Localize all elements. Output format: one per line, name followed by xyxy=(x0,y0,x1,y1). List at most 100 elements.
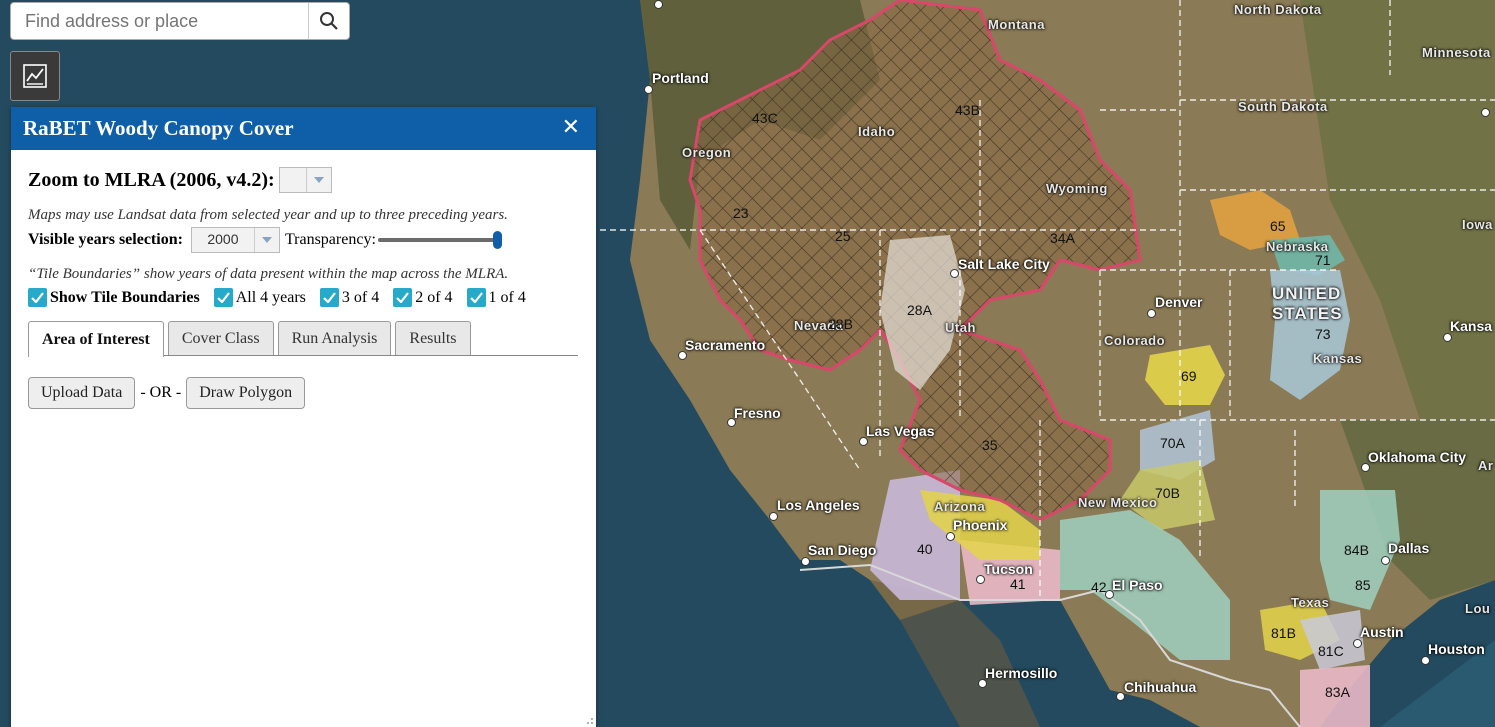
transparency-label: Transparency: xyxy=(284,231,376,248)
tab-area-of-interest[interactable]: Area of Interest xyxy=(28,321,164,357)
resize-handle-icon[interactable] xyxy=(584,715,594,725)
transparency-slider[interactable] xyxy=(377,230,502,250)
tile-boundaries-note: “Tile Boundaries” show years of data pre… xyxy=(28,266,509,282)
city-label-denver: Denver xyxy=(1155,294,1203,310)
rabet-panel: RaBET Woody Canopy Cover ✕ Zoom to MLRA … xyxy=(11,107,596,727)
aoi-actions: Upload Data - OR - Draw Polygon xyxy=(28,377,579,409)
city-label-fresno: Fresno xyxy=(734,405,781,421)
tab-run-analysis[interactable]: Run Analysis xyxy=(277,321,392,355)
checkmark-icon xyxy=(393,288,413,307)
checkmark-icon xyxy=(213,288,233,307)
tab-bar: Area of Interest Cover Class Run Analysi… xyxy=(28,321,578,357)
mlra-label: 85 xyxy=(1355,577,1371,593)
checkbox-show-tile-boundaries[interactable]: Show Tile Boundaries xyxy=(28,288,200,307)
state-label-wyoming: Wyoming xyxy=(1046,181,1108,196)
city-dot xyxy=(1147,309,1156,318)
state-label-colorado: Colorado xyxy=(1104,333,1166,348)
mlra-label: 70A xyxy=(1160,435,1185,451)
close-icon[interactable]: ✕ xyxy=(562,115,580,140)
city-label-houston: Houston xyxy=(1428,641,1485,657)
zoom-label: Zoom to MLRA (2006, v4.2): xyxy=(28,168,275,191)
checkbox-all-4-years[interactable]: All 4 years xyxy=(213,288,306,307)
city-dot xyxy=(946,532,955,541)
city-label-kansas-city: Kansa xyxy=(1450,318,1493,334)
state-label-montana: Montana xyxy=(988,17,1045,32)
mlra-dropdown[interactable] xyxy=(278,167,332,193)
mlra-label: 81B xyxy=(1271,625,1296,641)
slider-thumb[interactable] xyxy=(492,231,502,249)
mlra-label: 41 xyxy=(1010,576,1026,592)
city-dot xyxy=(769,512,778,521)
city-label-el-paso: El Paso xyxy=(1112,577,1163,593)
city-label-salt-lake-city: Salt Lake City xyxy=(958,256,1050,272)
mlra-label: 70B xyxy=(1155,485,1180,501)
mlra-label: 81C xyxy=(1318,643,1344,659)
checkbox-row: Show Tile Boundaries All 4 years 3 of 4 … xyxy=(28,288,579,307)
mlra-label: 83A xyxy=(1325,684,1350,700)
state-label-iowa: Iowa xyxy=(1462,217,1493,232)
mlra-label: 73 xyxy=(1315,326,1331,342)
checkbox-2-of-4[interactable]: 2 of 4 xyxy=(393,288,453,307)
mlra-label: 65 xyxy=(1270,218,1286,234)
city-label-los-angeles: Los Angeles xyxy=(777,497,860,513)
mlra-label: 84B xyxy=(1344,542,1369,558)
city-label-hermosillo: Hermosillo xyxy=(985,665,1058,681)
mlra-label: 71 xyxy=(1315,252,1331,268)
mlra-label: 69 xyxy=(1181,368,1197,384)
city-dot xyxy=(1353,639,1362,648)
checkbox-1-of-4[interactable]: 1 of 4 xyxy=(466,288,526,307)
state-label-texas: Texas xyxy=(1291,595,1330,610)
city-dot xyxy=(1421,656,1430,665)
mlra-label: 43B xyxy=(955,102,980,118)
mlra-label: 28B xyxy=(828,316,853,332)
city-dot xyxy=(644,85,653,94)
or-separator: - OR - xyxy=(140,384,182,401)
checkbox-label: 3 of 4 xyxy=(341,288,380,306)
mlra-label: 34A xyxy=(1050,230,1075,246)
year-dropdown[interactable]: 2000 xyxy=(190,227,280,253)
mlra-label: 28A xyxy=(907,302,932,318)
search-widget xyxy=(10,2,350,40)
search-input[interactable] xyxy=(11,3,308,39)
state-label-louisiana: Lou xyxy=(1465,601,1491,616)
state-label-minnesota: Minnesota xyxy=(1422,45,1491,60)
year-dropdown-value: 2000 xyxy=(207,231,239,247)
checkbox-label: Show Tile Boundaries xyxy=(50,288,200,306)
country-label-2: STATES xyxy=(1272,304,1343,323)
city-dot xyxy=(1481,108,1490,117)
tab-results[interactable]: Results xyxy=(395,321,471,355)
mlra-label: 42 xyxy=(1091,579,1107,595)
panel-header: RaBET Woody Canopy Cover ✕ xyxy=(11,107,596,150)
mlra-label: 35 xyxy=(982,437,998,453)
city-dot xyxy=(654,0,663,9)
tab-cover-class[interactable]: Cover Class xyxy=(167,321,274,355)
checkbox-label: All 4 years xyxy=(235,288,306,306)
mlra-label: 43C xyxy=(752,110,778,126)
mlra-label: 40 xyxy=(917,541,933,557)
years-row: Visible years selection: 2000 Transparen… xyxy=(28,227,579,253)
city-dot xyxy=(1381,556,1390,565)
city-label-tucson: Tucson xyxy=(984,561,1033,577)
city-label-las-vegas: Las Vegas xyxy=(866,423,935,439)
city-label-austin: Austin xyxy=(1360,624,1404,640)
search-button[interactable] xyxy=(308,3,349,39)
state-label-oregon: Oregon xyxy=(682,145,732,160)
city-dot xyxy=(801,557,810,566)
state-label-idaho: Idaho xyxy=(858,124,896,139)
state-label-north-dakota: North Dakota xyxy=(1234,2,1322,17)
years-label: Visible years selection: xyxy=(28,231,183,248)
city-label-phoenix: Phoenix xyxy=(953,517,1008,533)
draw-polygon-button[interactable]: Draw Polygon xyxy=(186,377,306,409)
chevron-down-icon xyxy=(253,228,279,252)
analysis-tool-button[interactable] xyxy=(10,51,60,101)
mlra-label: 25 xyxy=(835,228,851,244)
checkbox-3-of-4[interactable]: 3 of 4 xyxy=(319,288,380,307)
state-label-arkansas: Ar xyxy=(1478,458,1494,473)
upload-data-button[interactable]: Upload Data xyxy=(28,377,136,409)
state-label-south-dakota: South Dakota xyxy=(1238,99,1328,114)
checkbox-label: 2 of 4 xyxy=(415,288,453,306)
country-label-1: UNITED xyxy=(1272,284,1342,303)
state-label-kansas: Kansas xyxy=(1313,351,1363,366)
mlra-label: 23 xyxy=(733,205,749,221)
chevron-down-icon xyxy=(305,168,331,192)
